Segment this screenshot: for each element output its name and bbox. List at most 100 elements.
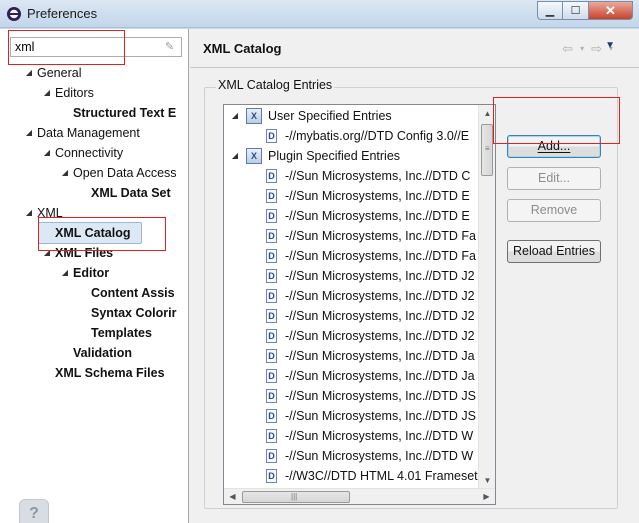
expand-twisty-icon[interactable]: ◢ bbox=[42, 243, 52, 263]
remove-button-label: Remove bbox=[530, 203, 578, 217]
catalog-entry-row[interactable]: D -//Sun Microsystems, Inc.//DTD Fa bbox=[224, 246, 484, 266]
clear-filter-icon[interactable]: ✎ bbox=[165, 41, 177, 53]
tree-item[interactable]: ◢ Data Management bbox=[0, 123, 180, 143]
tree-item[interactable]: ◢ Editors bbox=[0, 83, 180, 103]
back-menu-icon[interactable]: ▾ bbox=[580, 41, 584, 57]
tree-item-label: XML Data Set bbox=[91, 186, 171, 200]
catalog-entry-label: -//Sun Microsystems, Inc.//DTD Fa bbox=[285, 249, 477, 263]
catalog-entry-row[interactable]: D -//Sun Microsystems, Inc.//DTD E bbox=[224, 206, 484, 226]
tree-item[interactable]: ◢ General bbox=[0, 63, 180, 83]
page-title: XML Catalog bbox=[203, 41, 282, 56]
add-button[interactable]: Add... bbox=[507, 135, 601, 158]
tree-item[interactable]: Content Assis bbox=[0, 283, 180, 303]
tree-item[interactable]: Syntax Colorir bbox=[0, 303, 180, 323]
tree-item-label: Editor bbox=[73, 266, 110, 280]
catalog-entry-row[interactable]: D -//Sun Microsystems, Inc.//DTD J2 bbox=[224, 286, 484, 306]
horizontal-scrollbar[interactable]: ◀ ||| ▶ bbox=[224, 488, 495, 504]
reload-entries-button[interactable]: Reload Entries bbox=[507, 240, 601, 263]
tree-item[interactable]: ◢ Open Data Access bbox=[0, 163, 180, 183]
remove-button[interactable]: Remove bbox=[507, 199, 601, 222]
catalog-entry-row[interactable]: D -//Sun Microsystems, Inc.//DTD C bbox=[224, 166, 484, 186]
catalog-entry-label: -//Sun Microsystems, Inc.//DTD J2 bbox=[285, 269, 475, 283]
vertical-scrollbar[interactable]: ▲ ≡ ▼ bbox=[478, 105, 495, 489]
tree-item-label: Connectivity bbox=[55, 146, 124, 160]
catalog-entry-row[interactable]: D -//Sun Microsystems, Inc.//DTD Fa bbox=[224, 226, 484, 246]
catalog-category-row[interactable]: ◢ X Plugin Specified Entries bbox=[224, 146, 484, 166]
expand-twisty-icon[interactable]: ◢ bbox=[24, 63, 34, 83]
scroll-down-icon[interactable]: ▼ bbox=[479, 472, 495, 489]
expand-twisty-icon[interactable]: ◢ bbox=[42, 83, 52, 103]
tree-item[interactable]: ◢ Editor bbox=[0, 263, 180, 283]
title-bar: Preferences ▁ ☐ ✕ bbox=[0, 0, 639, 28]
expand-twisty-icon[interactable]: ◢ bbox=[24, 203, 34, 223]
tree-item[interactable]: Templates bbox=[0, 323, 180, 343]
tree-item[interactable]: Structured Text E bbox=[0, 103, 180, 123]
catalog-entry-row[interactable]: D -//Sun Microsystems, Inc.//DTD J2 bbox=[224, 266, 484, 286]
scroll-right-icon[interactable]: ▶ bbox=[478, 488, 495, 504]
scroll-left-icon[interactable]: ◀ bbox=[224, 488, 241, 504]
vertical-scroll-thumb[interactable]: ≡ bbox=[481, 124, 493, 176]
catalog-entry-row[interactable]: D -//Sun Microsystems, Inc.//DTD W bbox=[224, 426, 484, 446]
filter-input[interactable] bbox=[11, 38, 151, 56]
catalog-entry-row[interactable]: D -//Sun Microsystems, Inc.//DTD E bbox=[224, 186, 484, 206]
forward-arrow-icon[interactable]: ⇨ bbox=[591, 41, 602, 57]
expand-twisty-icon[interactable]: ◢ bbox=[42, 143, 52, 163]
catalog-entries-tree[interactable]: ◢ X User Specified Entries D -//mybatis.org/… bbox=[223, 104, 496, 505]
close-button[interactable]: ✕ bbox=[589, 1, 633, 20]
tree-item[interactable]: ◢ XML Files bbox=[0, 243, 180, 263]
catalog-entry-label: -//Sun Microsystems, Inc.//DTD J2 bbox=[285, 329, 475, 343]
scroll-up-icon[interactable]: ▲ bbox=[479, 105, 495, 122]
catalog-entry-row[interactable]: D -//Sun Microsystems, Inc.//DTD JS bbox=[224, 386, 484, 406]
expand-twisty-icon[interactable]: ◢ bbox=[230, 146, 240, 166]
expand-twisty-icon[interactable]: ◢ bbox=[230, 106, 240, 126]
window-title: Preferences bbox=[27, 6, 98, 21]
tree-item-label: Validation bbox=[73, 346, 133, 360]
catalog-entry-row[interactable]: D -//Sun Microsystems, Inc.//DTD JS bbox=[224, 406, 484, 426]
catalog-entry-label: -//Sun Microsystems, Inc.//DTD J2 bbox=[285, 289, 475, 303]
catalog-entry-label: -//Sun Microsystems, Inc.//DTD W bbox=[285, 449, 474, 463]
close-icon: ✕ bbox=[605, 2, 616, 18]
preference-page: XML Catalog ⇦ ▾ ⇨ ▾ ▼ XML Catalog Entrie… bbox=[190, 29, 639, 523]
tree-item-label: Structured Text E bbox=[73, 106, 177, 120]
dtd-file-icon: D bbox=[266, 349, 277, 363]
dtd-file-icon: D bbox=[266, 469, 277, 483]
catalog-category-row[interactable]: ◢ X User Specified Entries bbox=[224, 106, 484, 126]
expand-twisty-icon[interactable]: ◢ bbox=[60, 263, 70, 283]
tree-item[interactable]: XML Schema Files bbox=[0, 363, 180, 383]
reload-entries-button-label: Reload Entries bbox=[513, 244, 595, 258]
catalog-entry-label: -//Sun Microsystems, Inc.//DTD JS bbox=[285, 409, 477, 423]
horizontal-scroll-thumb[interactable]: ||| bbox=[242, 491, 350, 503]
tree-item[interactable]: XML Data Set bbox=[0, 183, 180, 203]
catalog-entry-row[interactable]: D -//W3C//DTD HTML 4.01 Frameset bbox=[224, 466, 484, 486]
catalog-entry-row[interactable]: D -//Sun Microsystems, Inc.//DTD Ja bbox=[224, 366, 484, 386]
add-button-label: Add... bbox=[537, 139, 571, 153]
tree-item[interactable]: XML Catalog bbox=[0, 223, 180, 243]
expand-twisty-icon[interactable]: ◢ bbox=[24, 123, 34, 143]
tree-item-label: General bbox=[37, 66, 82, 80]
expand-twisty-icon[interactable]: ◢ bbox=[60, 163, 70, 183]
catalog-entry-label: -//Sun Microsystems, Inc.//DTD C bbox=[285, 169, 471, 183]
tree-item-label: Data Management bbox=[37, 126, 140, 140]
tree-item[interactable]: ◢ Connectivity bbox=[0, 143, 180, 163]
back-arrow-icon[interactable]: ⇦ bbox=[562, 41, 573, 57]
tree-item[interactable]: Validation bbox=[0, 343, 180, 363]
edit-button[interactable]: Edit... bbox=[507, 167, 601, 190]
group-label: XML Catalog Entries bbox=[216, 78, 335, 92]
minimize-button[interactable]: ▁ bbox=[537, 1, 563, 20]
filter-field[interactable]: ✎ bbox=[10, 37, 182, 57]
tree-item-label: Templates bbox=[91, 326, 152, 340]
catalog-entry-label: -//W3C//DTD HTML 4.01 Frameset bbox=[285, 469, 478, 483]
dtd-file-icon: D bbox=[266, 289, 277, 303]
tree-item[interactable]: ◢ XML bbox=[0, 203, 180, 223]
catalog-entry-row[interactable]: D -//mybatis.org//DTD Config 3.0//E bbox=[224, 126, 484, 146]
catalog-entry-row[interactable]: D -//Sun Microsystems, Inc.//DTD W bbox=[224, 446, 484, 466]
catalog-entry-row[interactable]: D -//Sun Microsystems, Inc.//DTD Ja bbox=[224, 346, 484, 366]
catalog-entry-row[interactable]: D -//Sun Microsystems, Inc.//DTD J2 bbox=[224, 326, 484, 346]
tree-item-label: Syntax Colorir bbox=[91, 306, 177, 320]
maximize-button[interactable]: ☐ bbox=[563, 1, 589, 20]
catalog-entry-row[interactable]: D -//Sun Microsystems, Inc.//DTD J2 bbox=[224, 306, 484, 326]
help-icon[interactable]: ? bbox=[19, 499, 49, 523]
edit-button-label: Edit... bbox=[538, 171, 570, 185]
tree-item-label: XML Catalog bbox=[55, 226, 131, 240]
view-menu-icon[interactable]: ▼ bbox=[605, 40, 615, 51]
